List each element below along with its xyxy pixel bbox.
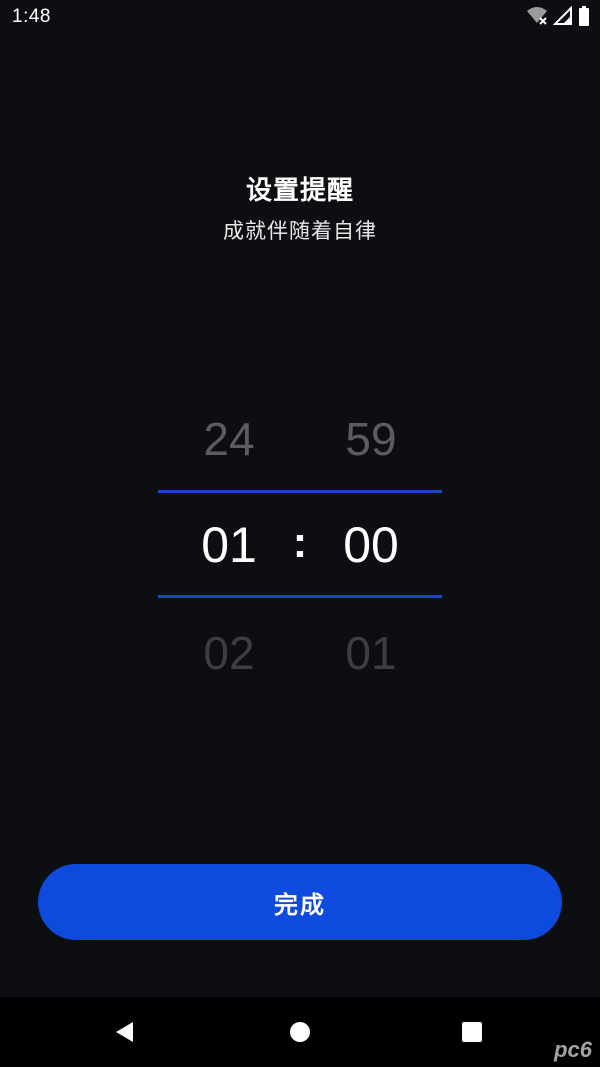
wifi-off-icon (526, 6, 548, 30)
page-subtitle: 成就伴随着自律 (223, 219, 377, 243)
back-icon[interactable] (110, 1017, 140, 1047)
status-time: 1:48 (12, 6, 51, 27)
battery-icon (578, 6, 590, 30)
time-picker: 24 01 02 : 59 00 01 (158, 400, 442, 690)
hour-prev-value[interactable]: 24 (174, 412, 284, 466)
reminder-settings-screen: 1:48 设置提醒 成就伴随着自律 24 01 02: 59 00 01 完成… (0, 0, 600, 1067)
minute-wheel[interactable]: 59 00 01 (316, 400, 426, 690)
status-icons (526, 5, 590, 30)
page-title: 设置提醒 (245, 176, 354, 206)
time-separator: : (292, 518, 308, 567)
home-icon[interactable] (285, 1017, 315, 1047)
hour-wheel[interactable]: 24 01 02 (174, 400, 284, 690)
cell-signal-icon (552, 5, 573, 30)
watermark-logo: pc6 (554, 1037, 592, 1062)
minute-prev-value[interactable]: 59 (316, 412, 426, 466)
done-button[interactable]: 完成 (38, 864, 562, 940)
status-bar: 1:48 (0, 0, 600, 36)
minute-next-value[interactable]: 01 (316, 626, 426, 680)
hour-selected-value[interactable]: 01 (174, 516, 284, 574)
minute-selected-value[interactable]: 00 (316, 516, 426, 574)
system-nav-bar: pc6 (0, 997, 600, 1067)
recents-icon[interactable] (457, 1017, 487, 1047)
hour-next-value[interactable]: 02 (174, 626, 284, 680)
